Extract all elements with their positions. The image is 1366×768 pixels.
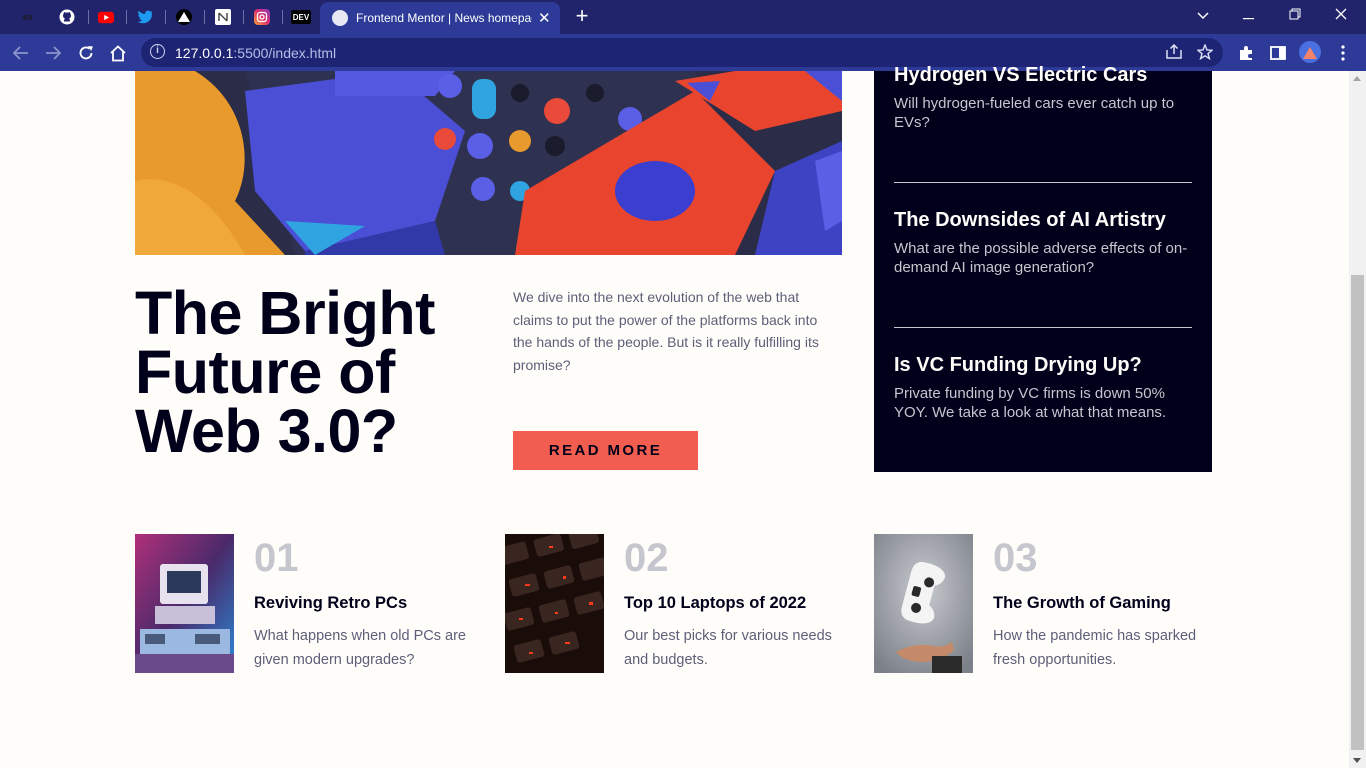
bookmark-star-icon[interactable] — [1196, 43, 1214, 64]
card-description: Our best picks for various needs and bud… — [624, 628, 832, 668]
pinned-tab-vercel[interactable] — [169, 5, 199, 29]
pinned-tab-dev[interactable]: DEV — [286, 5, 316, 29]
hero-description: We dive into the next evolution of the w… — [513, 289, 819, 373]
url-text: 127.0.0.1:5500/index.html — [175, 45, 337, 61]
scroll-down-arrow-icon[interactable] — [1353, 758, 1361, 763]
card-number: 01 — [254, 536, 299, 580]
sidebar-item-title[interactable]: Is VC Funding Drying Up? — [894, 353, 1192, 377]
sidebar-item-title[interactable]: The Downsides of AI Artistry — [894, 208, 1192, 232]
tab-search-chevron-icon[interactable] — [1180, 4, 1226, 28]
restore-window-icon[interactable] — [1272, 4, 1318, 28]
close-window-icon[interactable] — [1318, 4, 1364, 28]
eraser-icon: ex — [20, 9, 36, 25]
sidebar-item-title[interactable]: Hydrogen VS Electric Cars — [894, 63, 1192, 87]
pinned-tab-eraser[interactable]: ex — [13, 5, 43, 29]
home-icon[interactable] — [105, 40, 131, 66]
pinned-tab-instagram[interactable] — [247, 5, 277, 29]
card-number: 02 — [624, 536, 669, 580]
sidebar-item[interactable]: The Downsides of AI Artistry What are th… — [894, 208, 1192, 277]
pinned-tab-twitter[interactable] — [130, 5, 160, 29]
retro-pcs-thumbnail — [135, 534, 234, 673]
twitter-icon — [137, 9, 153, 25]
share-icon[interactable] — [1166, 43, 1182, 63]
active-tab-title: Frontend Mentor | News homepage — [356, 11, 532, 25]
frontend-mentor-favicon-icon — [332, 10, 348, 26]
notion-icon — [215, 9, 231, 25]
pinned-tab-notion[interactable] — [208, 5, 238, 29]
card-description: What happens when old PCs are given mode… — [254, 628, 466, 668]
forward-arrow-icon[interactable] — [40, 40, 66, 66]
sidebar-divider — [894, 327, 1192, 328]
sidebar-item-description: What are the possible adverse effects of… — [894, 240, 1188, 276]
youtube-icon — [98, 9, 114, 25]
scrollbar-thumb[interactable] — [1351, 275, 1364, 750]
sidebar-item-description: Private funding by VC firms is down 50% … — [894, 385, 1167, 421]
dev-icon: DEV — [291, 10, 311, 24]
github-icon — [59, 9, 75, 25]
hero-title: The Bright Future of Web 3.0? — [135, 279, 435, 465]
sidebar-divider — [894, 182, 1192, 183]
new-tab-button[interactable]: + — [570, 5, 594, 29]
hero-image — [135, 71, 842, 255]
card-description: How the pandemic has sparked fresh oppor… — [993, 628, 1197, 668]
vercel-icon — [176, 9, 192, 25]
extensions-puzzle-icon[interactable] — [1233, 40, 1259, 66]
pinned-tab-github[interactable] — [52, 5, 82, 29]
new-articles-sidebar: Hydrogen VS Electric Cars Will hydrogen-… — [874, 64, 1212, 472]
tab-bar: ex DEV Frontend Mentor | News homepage ✕… — [0, 0, 1366, 34]
article-card: 03 The Growth of Gaming How the pandemic… — [874, 534, 1219, 673]
card-title[interactable]: The Growth of Gaming — [993, 594, 1171, 613]
minimize-window-icon[interactable] — [1226, 4, 1272, 28]
pinned-tab-youtube[interactable] — [91, 5, 121, 29]
site-info-icon[interactable]: i — [150, 44, 165, 59]
page-scrollbar[interactable] — [1349, 71, 1366, 768]
sidebar-item[interactable]: Is VC Funding Drying Up? Private funding… — [894, 353, 1192, 422]
profile-avatar[interactable] — [1299, 41, 1321, 63]
close-tab-icon[interactable]: ✕ — [538, 9, 551, 27]
card-title[interactable]: Top 10 Laptops of 2022 — [624, 594, 806, 613]
laptops-thumbnail — [505, 534, 604, 673]
sidebar-item-description: Will hydrogen-fueled cars ever catch up … — [894, 95, 1175, 131]
card-number: 03 — [993, 536, 1038, 580]
sidebar-item[interactable]: Hydrogen VS Electric Cars Will hydrogen-… — [894, 63, 1192, 132]
gaming-thumbnail — [874, 534, 973, 673]
active-tab[interactable]: Frontend Mentor | News homepage ✕ — [320, 2, 560, 34]
reload-icon[interactable] — [73, 40, 99, 66]
scroll-up-arrow-icon[interactable] — [1353, 76, 1361, 81]
instagram-icon — [254, 9, 270, 25]
article-card: 02 Top 10 Laptops of 2022 Our best picks… — [505, 534, 850, 673]
read-more-button[interactable]: READ MORE — [513, 431, 698, 470]
side-panel-icon[interactable] — [1265, 40, 1291, 66]
menu-kebab-icon[interactable] — [1330, 40, 1356, 66]
back-arrow-icon[interactable] — [8, 40, 34, 66]
card-title[interactable]: Reviving Retro PCs — [254, 594, 407, 613]
article-card: 01 Reviving Retro PCs What happens when … — [135, 534, 480, 673]
